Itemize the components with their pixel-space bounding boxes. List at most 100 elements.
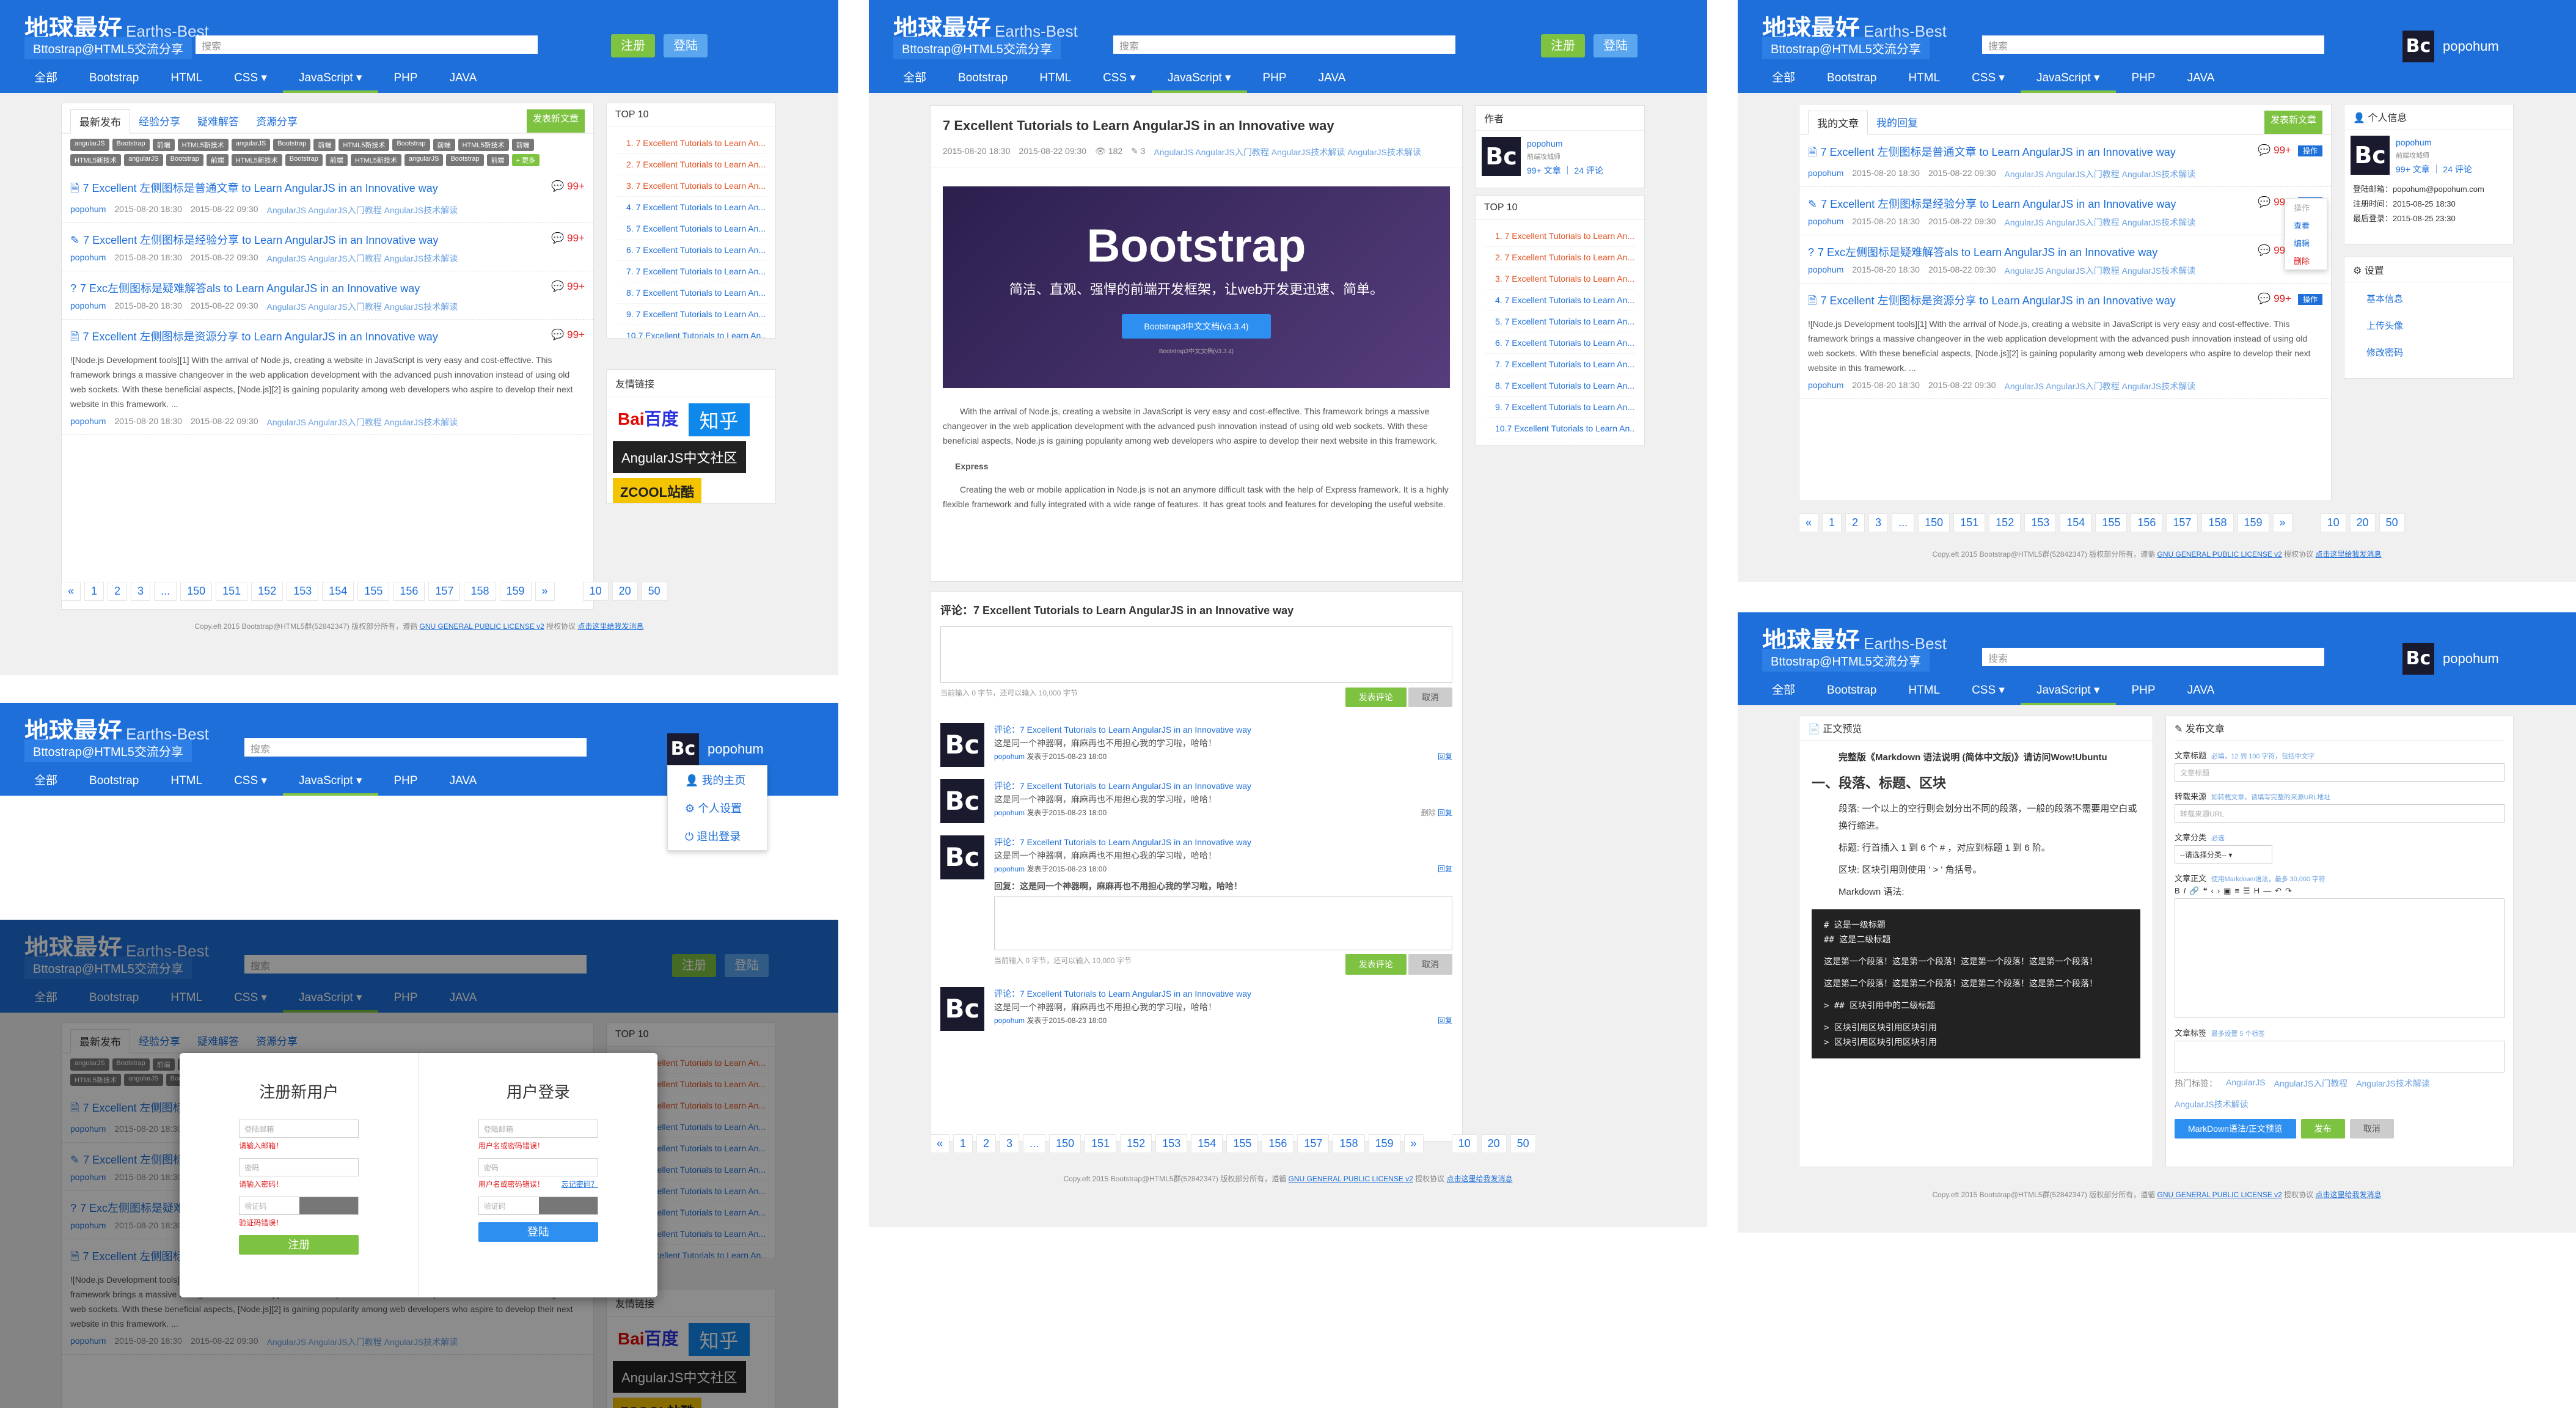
search-input[interactable]: 搜索 (1982, 35, 2324, 54)
top10-item[interactable]: 8. 7 Excellent Tutorials to Learn An... (1485, 375, 1634, 397)
title-input[interactable]: 文章标题 (2175, 763, 2505, 782)
page-link[interactable]: 3 (131, 582, 151, 601)
page-link[interactable]: ... (1892, 513, 1915, 532)
page-link[interactable]: 154 (1191, 1134, 1223, 1153)
page-link[interactable]: 157 (2166, 513, 2198, 532)
nav-javascript[interactable]: JavaScript ▾ (2020, 678, 2116, 705)
quote-icon[interactable]: ❝ (2203, 886, 2211, 895)
nav-php[interactable]: PHP (2116, 678, 2172, 705)
register-email-input[interactable]: 登陆邮箱 (239, 1120, 359, 1138)
post-item[interactable]: ?7 Exc左侧图标是疑难解答als to Learn AngularJS in… (1799, 235, 2331, 284)
top10-item[interactable]: 9. 7 Excellent Tutorials to Learn An... (1485, 397, 1634, 418)
page-link[interactable]: 152 (1120, 1134, 1152, 1153)
nav-java[interactable]: JAVA (2172, 66, 2231, 93)
per-page-option[interactable]: 20 (612, 582, 638, 601)
nav-php[interactable]: PHP (378, 769, 434, 796)
post-title[interactable]: 7 Excellent 左侧图标是经验分享 to Learn AngularJS… (83, 234, 438, 246)
post-keywords[interactable]: AngularJS AngularJS入门教程 AngularJS技术解读 (2004, 380, 2195, 392)
top10-item[interactable]: 4. 7 Excellent Tutorials to Learn An... (617, 197, 766, 218)
nav-bootstrap[interactable]: Bootstrap (1811, 678, 1892, 705)
image-icon[interactable]: ▣ (2223, 886, 2234, 895)
top10-item[interactable]: 2. 7 Excellent Tutorials to Learn An... (1485, 247, 1634, 268)
nav-all[interactable]: 全部 (1756, 678, 1811, 705)
commenter-avatar[interactable]: Bc (940, 835, 984, 879)
publish-reply-button[interactable]: 发表评论 (1345, 954, 1407, 975)
top10-item[interactable]: 7. 7 Excellent Tutorials to Learn An... (617, 261, 766, 282)
page-link[interactable]: 158 (1333, 1134, 1365, 1153)
source-input[interactable]: 转载来源URL (2175, 804, 2505, 823)
post-item[interactable]: 🗎7 Excellent 左侧图标是资源分享 to Learn AngularJ… (62, 320, 593, 435)
page-link[interactable]: 154 (322, 582, 354, 601)
nav-bootstrap[interactable]: Bootstrap (1811, 66, 1892, 93)
post-title[interactable]: 7 Exc左侧图标是疑难解答als to Learn AngularJS in … (1818, 246, 2157, 258)
nav-javascript[interactable]: JavaScript ▾ (282, 66, 378, 93)
post-title[interactable]: 7 Exc左侧图标是疑难解答als to Learn AngularJS in … (80, 282, 420, 295)
commenter-avatar[interactable]: Bc (940, 779, 984, 823)
tag[interactable]: angularJS (404, 154, 444, 166)
page-link[interactable]: 153 (2024, 513, 2057, 532)
post-author[interactable]: popohum (70, 204, 106, 216)
search-input[interactable]: 搜索 (1982, 648, 2324, 666)
reply-link[interactable]: 回复 (1438, 865, 1452, 873)
zhihu-logo[interactable]: 知乎 (688, 403, 750, 436)
page-link[interactable]: 151 (1085, 1134, 1117, 1153)
page-link[interactable]: 157 (428, 582, 461, 601)
page-link[interactable]: 153 (287, 582, 319, 601)
italic-icon[interactable]: I (2184, 886, 2190, 895)
tag[interactable]: Bootstrap (273, 139, 311, 151)
top10-item[interactable]: 3. 7 Excellent Tutorials to Learn An... (1485, 268, 1634, 290)
action-view[interactable]: 查看 (2285, 216, 2327, 234)
settings-upload-avatar[interactable]: 上传头像 (2366, 313, 2491, 340)
tag[interactable]: Bootstrap (112, 139, 150, 151)
page-link[interactable]: » (535, 582, 555, 601)
page-link[interactable]: 1 (84, 582, 104, 601)
page-link[interactable]: 152 (1989, 513, 2021, 532)
post-keywords[interactable]: AngularJS AngularJS入门教程 AngularJS技术解读 (2004, 216, 2195, 229)
category-select[interactable]: --请选择分类-- ▾ (2175, 845, 2272, 864)
post-title[interactable]: 7 Excellent 左侧图标是普通文章 to Learn AngularJS… (82, 182, 437, 194)
user-menu[interactable]: Bc popohum (2402, 31, 2499, 62)
code-icon[interactable]: ‹› (2211, 886, 2223, 895)
page-link[interactable]: 155 (1226, 1134, 1259, 1153)
tag[interactable]: 前端 (206, 154, 229, 166)
comment-author[interactable]: popohum (994, 752, 1025, 761)
page-link[interactable]: 154 (2060, 513, 2092, 532)
register-password-input[interactable]: 密码 (239, 1158, 359, 1176)
dropdown-my-home[interactable]: 👤 我的主页 (668, 766, 767, 794)
top10-item[interactable]: 10.7 Excellent Tutorials to Learn An... (617, 325, 766, 338)
page-link[interactable]: « (930, 1134, 950, 1153)
tag[interactable]: 前端 (433, 139, 455, 151)
hot-tag[interactable]: AngularJS技术解读 (2356, 1077, 2430, 1090)
tab-resources[interactable]: 资源分享 (247, 109, 306, 133)
nav-html[interactable]: HTML (1892, 678, 1956, 705)
page-link[interactable]: 1 (1822, 513, 1842, 532)
reply-link[interactable]: 回复 (1438, 1016, 1452, 1025)
zcool-logo[interactable]: ZCOOL站酷 (613, 478, 701, 503)
tag[interactable]: angularJS (124, 154, 163, 166)
post-item[interactable]: 🗎7 Excellent 左侧图标是普通文章 to Learn AngularJ… (62, 171, 593, 223)
tab-latest[interactable]: 最新发布 (70, 109, 130, 134)
post-title[interactable]: 7 Excellent 左侧图标是普通文章 to Learn AngularJS… (1820, 146, 2175, 158)
tag[interactable]: Bootstrap (166, 154, 203, 166)
captcha-image[interactable] (538, 1197, 598, 1214)
comment-author[interactable]: popohum (994, 809, 1025, 817)
page-link[interactable]: 159 (1368, 1134, 1400, 1153)
article-keywords[interactable]: AngularJS AngularJS入门教程 AngularJS技术解读 An… (1154, 146, 1421, 158)
tag[interactable]: 前端 (486, 154, 509, 166)
action-edit[interactable]: 编辑 (2285, 234, 2327, 252)
login-email-input[interactable]: 登陆邮箱 (478, 1120, 598, 1138)
hot-tag[interactable]: AngularJS技术解读 (2175, 1098, 2249, 1110)
nav-html[interactable]: HTML (1023, 66, 1087, 93)
tag[interactable]: HTML5新技术 (338, 139, 390, 151)
settings-basic-info[interactable]: 基本信息 (2366, 286, 2491, 313)
nav-javascript[interactable]: JavaScript ▾ (2020, 66, 2116, 93)
tags-input[interactable] (2175, 1041, 2505, 1072)
page-link[interactable]: « (1799, 513, 1819, 532)
nav-html[interactable]: HTML (1892, 66, 1956, 93)
tag[interactable]: HTML5新技术 (231, 154, 282, 166)
per-page-option[interactable]: 50 (2379, 513, 2405, 532)
page-link[interactable]: 155 (357, 582, 390, 601)
publish-comment-button[interactable]: 发表评论 (1345, 688, 1407, 707)
search-input[interactable]: 搜索 (244, 738, 587, 757)
top10-item[interactable]: 5. 7 Excellent Tutorials to Learn An... (617, 218, 766, 240)
